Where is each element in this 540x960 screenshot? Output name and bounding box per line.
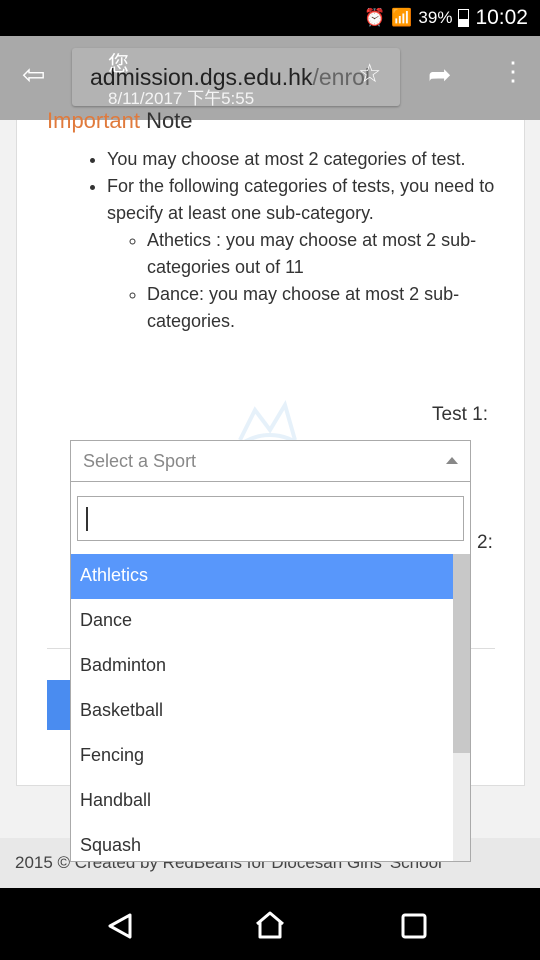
note-subitem: Dance: you may choose at most 2 sub-cate…	[147, 281, 505, 335]
test2-label: 2:	[477, 532, 493, 553]
url-bar[interactable]: admission.dgs.edu.hk/enrol 您 8/11/2017 下…	[72, 48, 400, 106]
dropdown-search-input[interactable]	[77, 496, 464, 541]
wifi-icon: 📶	[391, 8, 413, 27]
clock: 10:02	[475, 6, 528, 29]
status-bar: ⏰ 📶 39% 10:02	[0, 0, 540, 36]
battery-icon	[458, 9, 470, 27]
sport-dropdown[interactable]: Select a Sport Athletics Dance Badminton…	[70, 440, 471, 862]
dropdown-options: Athletics Dance Badminton Basketball Fen…	[71, 554, 453, 861]
note-item: For the following categories of tests, y…	[107, 173, 505, 335]
more-menu-icon[interactable]: ⋮	[500, 56, 526, 87]
caret-up-icon	[446, 457, 458, 464]
option-dance[interactable]: Dance	[71, 599, 453, 644]
option-basketball[interactable]: Basketball	[71, 689, 453, 734]
star-icon[interactable]: ☆	[358, 58, 381, 89]
nav-bar	[0, 888, 540, 960]
share-icon[interactable]: ➦	[428, 58, 451, 91]
note-title-rest: Note	[146, 108, 193, 133]
overlay-char: 您	[108, 53, 129, 76]
text-cursor	[86, 507, 88, 531]
home-back-icon[interactable]: ⇦	[22, 58, 45, 91]
note-list: You may choose at most 2 categories of t…	[85, 146, 505, 335]
note-sublist: Athetics : you may choose at most 2 sub-…	[107, 227, 505, 335]
alarm-icon: ⏰	[364, 8, 386, 27]
recents-icon[interactable]	[401, 913, 427, 939]
select-placeholder: Select a Sport	[83, 451, 197, 471]
test1-label: Test 1:	[432, 404, 488, 425]
note-item-text: For the following categories of tests, y…	[107, 176, 495, 223]
note-subitem: Athetics : you may choose at most 2 sub-…	[147, 227, 505, 281]
home-icon[interactable]	[254, 910, 286, 940]
note-title: Important Note	[47, 108, 193, 134]
note-title-highlight: Important	[47, 108, 140, 133]
option-handball[interactable]: Handball	[71, 779, 453, 824]
dropdown-scrollbar[interactable]	[453, 554, 470, 861]
option-fencing[interactable]: Fencing	[71, 734, 453, 779]
option-badminton[interactable]: Badminton	[71, 644, 453, 689]
back-icon[interactable]	[106, 912, 134, 940]
sport-select[interactable]: Select a Sport	[71, 441, 470, 482]
scrollbar-thumb[interactable]	[453, 554, 470, 753]
option-athletics[interactable]: Athletics	[71, 554, 453, 599]
note-item: You may choose at most 2 categories of t…	[107, 146, 505, 173]
battery-percent: 39%	[418, 8, 453, 27]
overlay-timestamp: 8/11/2017 下午5:55	[108, 89, 255, 106]
option-squash[interactable]: Squash	[71, 824, 453, 861]
